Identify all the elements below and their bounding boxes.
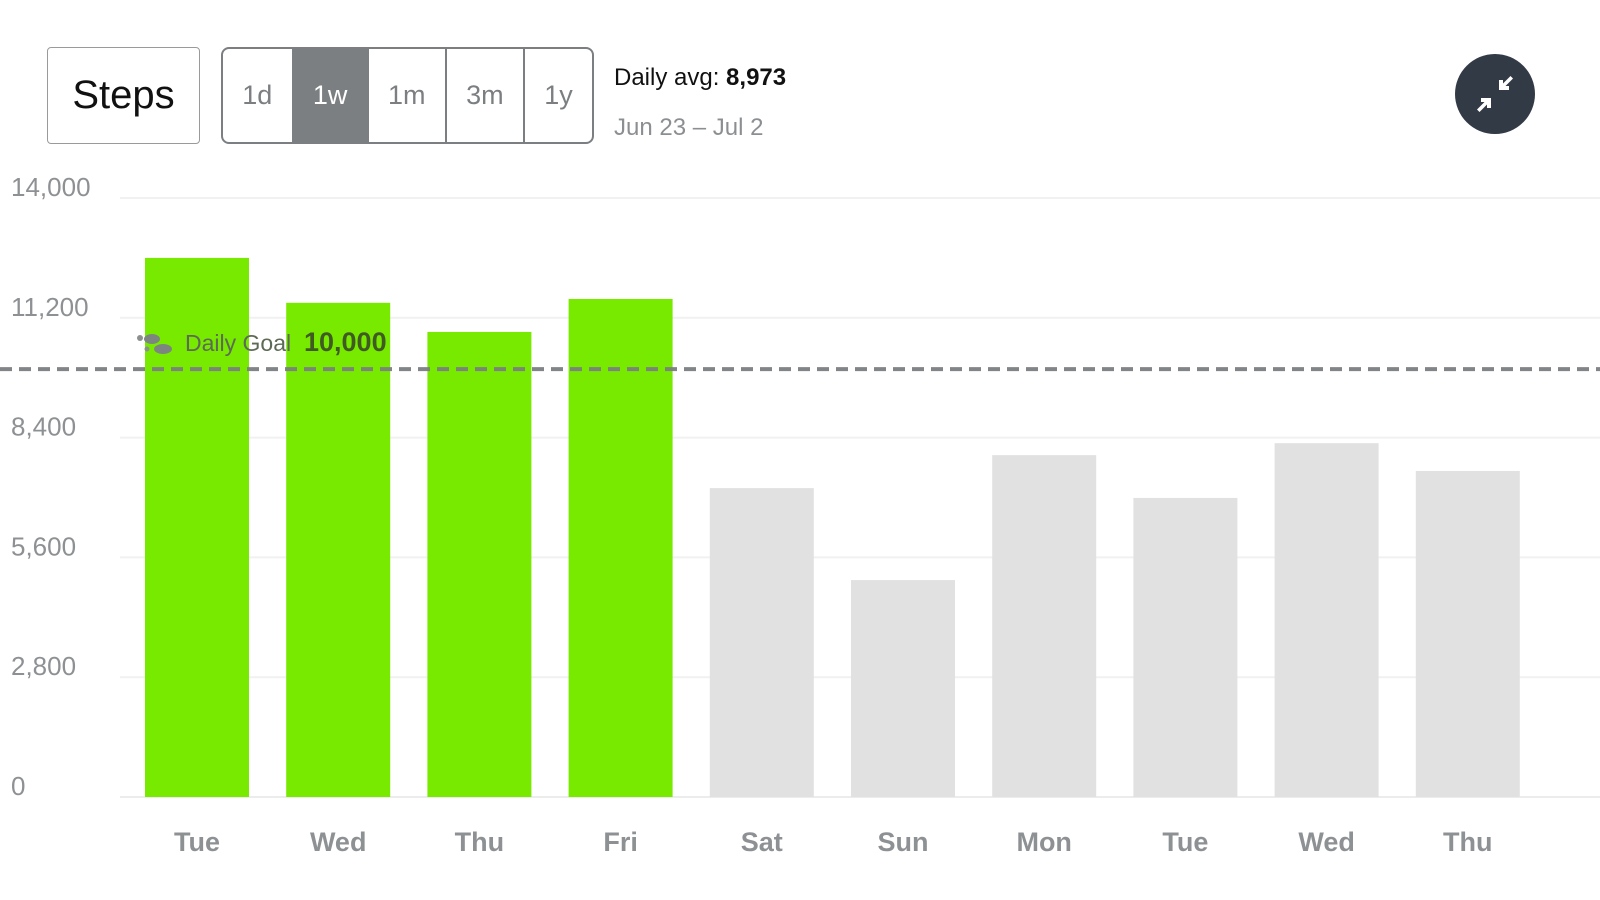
y-tick-label: 0 <box>11 771 25 801</box>
y-tick-label: 11,200 <box>11 292 89 322</box>
goal-value: 10,000 <box>304 327 387 357</box>
x-tick-label: Mon <box>1016 827 1071 857</box>
x-tick-label: Wed <box>310 827 367 857</box>
bar-thu-2[interactable] <box>427 331 532 797</box>
x-tick-label: Tue <box>1162 827 1208 857</box>
x-tick-label: Wed <box>1298 827 1355 857</box>
x-tick-label: Sun <box>878 827 929 857</box>
goal-label: Daily Goal <box>185 330 291 356</box>
bar-sun-5[interactable] <box>851 580 955 797</box>
bar-wed-1[interactable] <box>286 302 391 797</box>
y-tick-label: 8,400 <box>11 412 76 442</box>
bar-wed-8[interactable] <box>1274 443 1379 797</box>
bar-thu-9[interactable] <box>1415 470 1520 797</box>
y-tick-label: 5,600 <box>11 531 76 561</box>
bar-tue-7[interactable] <box>1133 497 1238 797</box>
x-tick-label: Fri <box>603 827 638 857</box>
bar-sat-4[interactable] <box>709 488 814 797</box>
bar-fri-3[interactable] <box>568 298 673 797</box>
y-tick-label: 14,000 <box>11 172 91 202</box>
y-tick-label: 2,800 <box>11 651 76 681</box>
bar-mon-6[interactable] <box>992 455 1097 797</box>
x-tick-label: Tue <box>174 827 220 857</box>
x-tick-label: Sat <box>741 827 783 857</box>
steps-bar-chart: 0 2,800 5,600 8,400 11,200 14,000 Daily Goal 1… <box>0 172 1600 857</box>
x-tick-label: Thu <box>1443 827 1492 857</box>
x-tick-label: Thu <box>455 827 504 857</box>
